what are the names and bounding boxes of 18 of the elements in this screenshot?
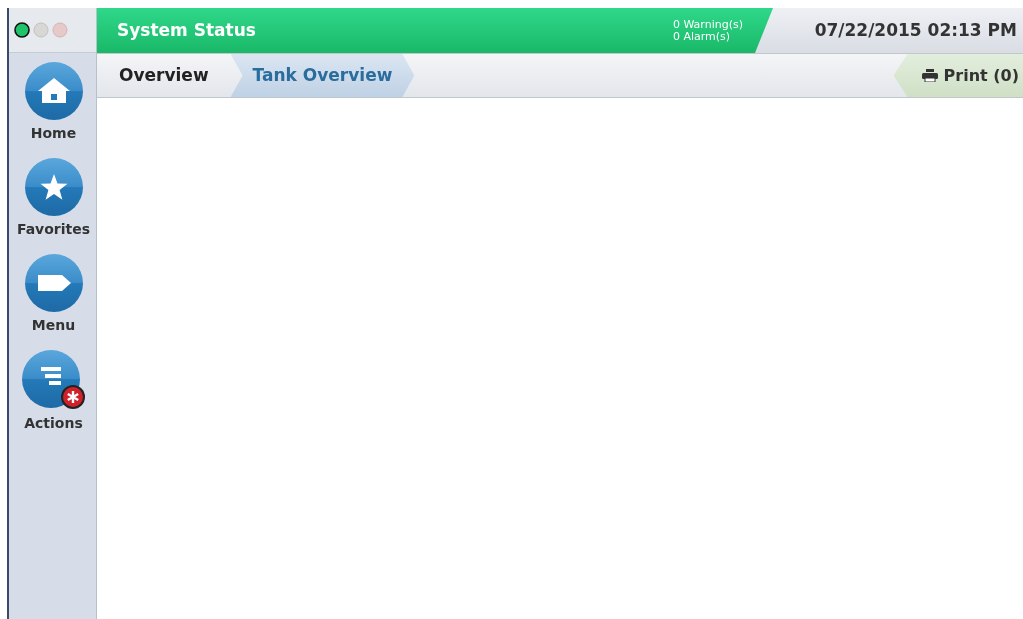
home-icon xyxy=(23,61,84,121)
nav-button[interactable]: Favorites xyxy=(9,157,96,247)
status-light-icon xyxy=(52,22,68,38)
alarm-count: 0 Alarm(s) xyxy=(672,30,731,43)
nav-button[interactable]: Menu xyxy=(9,253,96,343)
status-title: System Status xyxy=(117,18,257,42)
printer-icon xyxy=(921,69,938,82)
date-time: 07/22/2015 02:13 PM xyxy=(813,18,1018,42)
nav-button[interactable]: Home xyxy=(9,61,96,151)
warning-count: 0 Warning(s) xyxy=(672,18,743,31)
status-light-icon xyxy=(14,22,30,38)
status-light-icon xyxy=(33,22,49,38)
breadcrumb-tab[interactable]: Tank Overview xyxy=(230,54,415,97)
print-button[interactable]: Print (0) xyxy=(893,54,1023,97)
nav-button[interactable]: Actions xyxy=(9,349,96,439)
breadcrumb-tab[interactable]: Overview xyxy=(97,54,231,97)
tag-icon xyxy=(23,253,84,313)
list-icon xyxy=(20,349,87,411)
